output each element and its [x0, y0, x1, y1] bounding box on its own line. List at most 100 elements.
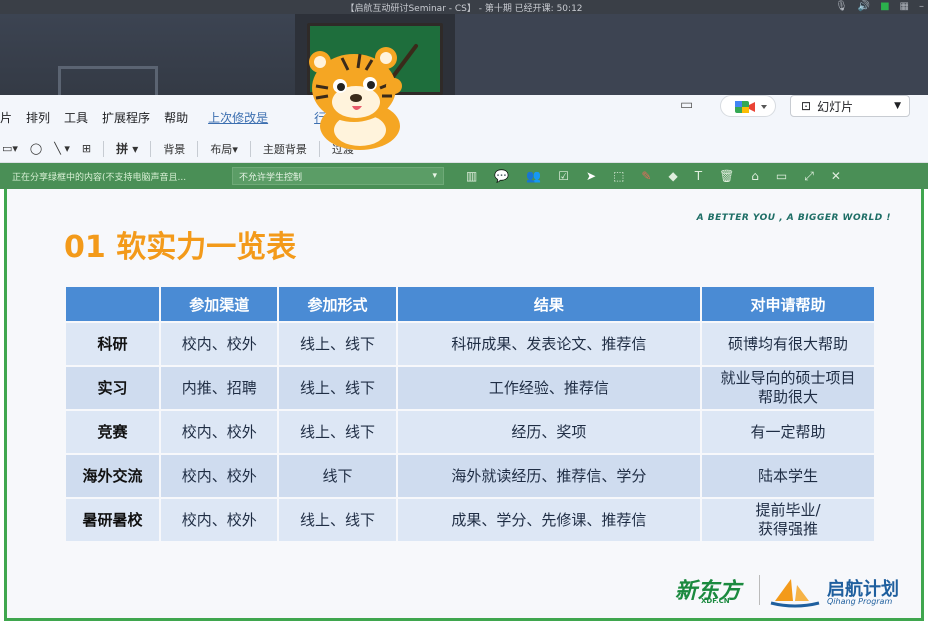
comment-add-icon[interactable]: ⊞ [82, 142, 91, 155]
student-control-value: 不允许学生控制 [239, 172, 303, 183]
table-cell: 科研 [66, 323, 160, 365]
toolbar-divider [197, 140, 199, 157]
table-cell: 海外就读经历、推荐信、学分 [397, 455, 700, 497]
eraser-icon[interactable]: ◆ [668, 169, 677, 184]
slides-menu-bar: 片 排列 工具 扩展程序 帮助 上次修改是行的 ▭ ⊡ 幻灯片 ▼ [0, 95, 928, 135]
table-cell: 硕博均有很大帮助 [702, 323, 874, 365]
microphone-icon[interactable]: 🎙 [835, 1, 848, 12]
table-cell: 线下 [279, 455, 396, 497]
table-header: 参加形式 [279, 287, 396, 321]
logo-divider [759, 575, 760, 605]
table-cell: 有一定帮助 [702, 411, 874, 453]
table-row: 实习 内推、招聘 线上、线下 工作经验、推荐信 就业导向的硕士项目帮助很大 [66, 367, 874, 409]
slide-title: 01 软实力一览表 [64, 230, 297, 265]
expand-icon[interactable]: ⤢ [804, 169, 814, 184]
users-icon[interactable]: 👥 [526, 169, 541, 184]
table-row: 竞赛 校内、校外 线上、线下 经历、奖项 有一定帮助 [66, 411, 874, 453]
table-cell: 海外交流 [66, 455, 160, 497]
table-cell: 就业导向的硕士项目帮助很大 [702, 367, 874, 409]
table-cell: 内推、招聘 [161, 367, 278, 409]
annotation-tools: ▥ 💬 👥 ☑ ➤ ⬚ ✎ ◆ T 🗑 ⌂ ▭ ⤢ ✕ [466, 169, 841, 184]
table-cell: 实习 [66, 367, 160, 409]
slide-canvas[interactable]: A BETTER YOU , A BIGGER WORLD ! 01 软实力一览… [4, 189, 924, 621]
table-header-row: 参加渠道 参加形式 结果 对申请帮助 [66, 287, 874, 321]
toolbar-divider [103, 140, 105, 157]
toolbar-divider [150, 140, 152, 157]
minimize-icon[interactable]: – [919, 1, 924, 12]
grid-icon[interactable]: ▦ [900, 1, 909, 12]
close-icon[interactable]: ✕ [831, 169, 841, 184]
menu-item-extensions[interactable]: 扩展程序 [102, 109, 150, 126]
meeting-title: 【启航互动研讨Seminar - CS】 - 第十期 已经开课: 50:12 [345, 4, 583, 14]
slide-slogan: A BETTER YOU , A BIGGER WORLD ! [696, 213, 891, 223]
theme-button[interactable]: 主题背景 [263, 141, 307, 157]
table-cell: 线上、线下 [279, 367, 396, 409]
soft-skills-table: 参加渠道 参加形式 结果 对申请帮助 科研 校内、校外 线上、线下 科研成果、发… [64, 285, 876, 543]
record-icon[interactable]: ■ [880, 1, 889, 12]
line-icon[interactable]: ╲ ▾ [54, 142, 70, 155]
slideshow-button[interactable]: ⊡ 幻灯片 ▼ [790, 95, 910, 117]
checkbox-icon[interactable]: ☑ [558, 169, 569, 184]
table-cell: 校内、校外 [161, 323, 278, 365]
meeting-title-bar: 【启航互动研讨Seminar - CS】 - 第十期 已经开课: 50:12 🎙… [0, 0, 928, 14]
format-toolbar: ▭▾ ◯ ╲ ▾ ⊞ 拼 ▾ 背景 布局▾ 主题背景 过渡 [0, 135, 928, 163]
pen-icon[interactable]: ✎ [641, 169, 651, 184]
chat-icon[interactable]: 💬 [494, 169, 509, 184]
slide-content: A BETTER YOU , A BIGGER WORLD ! 01 软实力一览… [7, 189, 921, 618]
trash-icon[interactable]: 🗑 [719, 169, 734, 184]
menu-item-tools[interactable]: 工具 [64, 109, 88, 126]
sailboat-icon [770, 579, 820, 608]
table-cell: 线上、线下 [279, 323, 396, 365]
video-strip [0, 14, 928, 95]
table-row: 暑研暑校 校内、校外 线上、线下 成果、学分、先修课、推荐信 提前毕业/获得强推 [66, 499, 874, 541]
present-icon: ⊡ [801, 99, 812, 113]
menu-item-slide[interactable]: 片 [0, 109, 12, 126]
qihang-logo-sub: Qihang Program [827, 597, 893, 606]
select-icon[interactable]: ▭▾ [2, 142, 18, 155]
table-cell: 线上、线下 [279, 499, 396, 541]
table-cell: 校内、校外 [161, 499, 278, 541]
stamp-icon[interactable]: ⌂ [751, 169, 759, 184]
table-cell: 线上、线下 [279, 411, 396, 453]
select-area-icon[interactable]: ⬚ [613, 169, 624, 184]
share-control-bar: 正在分享绿框中的内容(不支持电脑声音且... 不允许学生控制 ▾ ▥ 💬 👥 ☑… [0, 163, 928, 189]
table-cell: 科研成果、发表论文、推荐信 [397, 323, 700, 365]
table-header: 结果 [397, 287, 700, 321]
video-tile-left [0, 14, 295, 95]
share-status-text: 正在分享绿框中的内容(不支持电脑声音且... [12, 172, 187, 183]
text-icon[interactable]: T [695, 169, 702, 184]
table-cell: 校内、校外 [161, 455, 278, 497]
background-button[interactable]: 背景 [163, 141, 185, 157]
meet-button[interactable] [720, 95, 776, 117]
table-cell: 工作经验、推荐信 [397, 367, 700, 409]
menu-item-arrange[interactable]: 排列 [26, 109, 50, 126]
video-tile-right [455, 14, 928, 95]
table-cell: 经历、奖项 [397, 411, 700, 453]
menu-items: 片 排列 工具 扩展程序 帮助 上次修改是行的 [0, 109, 338, 126]
table-cell: 暑研暑校 [66, 499, 160, 541]
menu-item-help[interactable]: 帮助 [164, 109, 188, 126]
chart-icon[interactable]: ▥ [466, 169, 477, 184]
chevron-down-icon[interactable]: ▼ [894, 101, 909, 111]
table-cell: 成果、学分、先修课、推荐信 [397, 499, 700, 541]
student-control-select[interactable]: 不允许学生控制 ▾ [232, 167, 444, 185]
table-cell: 提前毕业/获得强推 [702, 499, 874, 541]
table-cell: 陆本学生 [702, 455, 874, 497]
table-row: 海外交流 校内、校外 线下 海外就读经历、推荐信、学分 陆本学生 [66, 455, 874, 497]
meet-camera-icon [735, 101, 767, 113]
table-cell: 竞赛 [66, 411, 160, 453]
screen-icon[interactable]: ▭ [776, 169, 787, 184]
pointer-icon[interactable]: ➤ [586, 169, 596, 184]
shape-icon[interactable]: ◯ [30, 142, 42, 155]
pin-button[interactable]: 拼 ▾ [116, 140, 138, 157]
speaker-icon[interactable]: 🔊 [858, 1, 870, 12]
comment-icon[interactable]: ▭ [680, 97, 693, 113]
table-row: 科研 校内、校外 线上、线下 科研成果、发表论文、推荐信 硕博均有很大帮助 [66, 323, 874, 365]
layout-button[interactable]: 布局▾ [210, 141, 238, 157]
table-header: 对申请帮助 [702, 287, 874, 321]
slideshow-label: 幻灯片 [817, 99, 854, 114]
tiger-mascot-icon [309, 44, 418, 150]
toolbar-divider [249, 140, 251, 157]
table-cell: 校内、校外 [161, 411, 278, 453]
table-header [66, 287, 160, 321]
